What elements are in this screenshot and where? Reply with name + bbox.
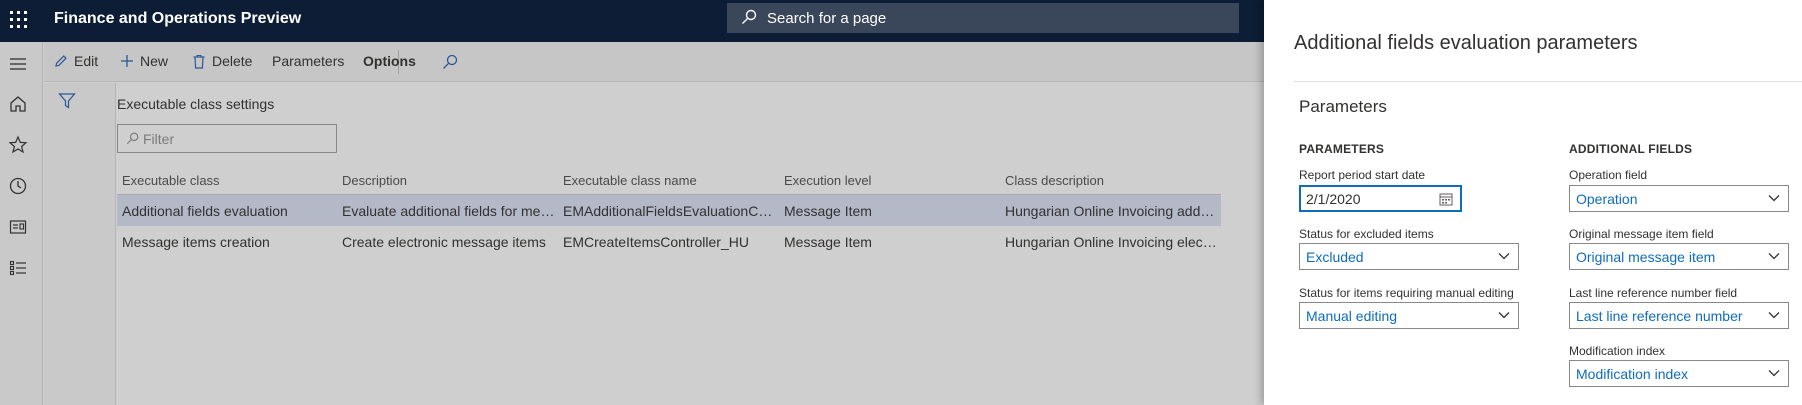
chevron-down-icon	[1768, 253, 1780, 260]
report-period-label: Report period start date	[1299, 168, 1426, 182]
operation-field-value: Operation	[1576, 191, 1638, 207]
modification-index-value: Modification index	[1576, 366, 1689, 382]
table-row[interactable]: Message items creation Create electronic…	[117, 226, 1221, 257]
cell-class-description: Hungarian Online Invoicing additional fi…	[1005, 203, 1217, 219]
plus-icon	[121, 55, 133, 67]
column-header-class-description[interactable]: Class description	[1005, 173, 1217, 188]
options-tab[interactable]: Options	[363, 53, 416, 69]
chevron-down-icon	[1768, 370, 1780, 377]
calendar-icon[interactable]	[1439, 192, 1453, 206]
modification-index-label: Modification index	[1569, 344, 1666, 358]
parameters-flyout-panel: Additional fields evaluation parameters …	[1264, 0, 1802, 405]
additional-fields-group-heading: ADDITIONAL FIELDS	[1569, 142, 1693, 156]
last-line-field-label: Last line reference number field	[1569, 286, 1738, 300]
edit-button[interactable]: Edit	[54, 53, 98, 69]
navigation-rail	[0, 42, 43, 405]
last-line-field-value: Last line reference number	[1576, 308, 1743, 324]
search-icon	[443, 54, 458, 69]
filter-funnel-icon[interactable]	[58, 92, 76, 110]
parameters-group-heading: PARAMETERS	[1299, 142, 1385, 156]
favorites-star-icon[interactable]	[8, 135, 28, 155]
executable-class-grid: Executable class Description Executable …	[117, 165, 1221, 257]
cell-executable-class: Additional fields evaluation	[122, 203, 288, 219]
cell-executable-class: Message items creation	[122, 234, 270, 250]
section-title: Executable class settings	[117, 96, 275, 112]
panel-subtitle: Parameters	[1299, 97, 1387, 116]
column-header-executable-class[interactable]: Executable class	[122, 173, 337, 188]
original-item-field-label: Original message item field	[1569, 227, 1714, 241]
panel-divider	[1294, 81, 1802, 82]
trash-icon	[193, 54, 205, 69]
chevron-down-icon	[1498, 312, 1510, 319]
app-title: Finance and Operations Preview	[54, 10, 302, 27]
hamburger-menu-icon[interactable]	[8, 54, 28, 74]
chevron-down-icon	[1768, 312, 1780, 319]
parameters-label: Parameters	[272, 53, 345, 69]
original-item-field-value: Original message item	[1576, 249, 1716, 265]
modification-index-dropdown[interactable]: Modification index	[1569, 360, 1789, 387]
options-label: Options	[363, 53, 416, 69]
report-period-date-field[interactable]: 2/1/2020	[1299, 185, 1462, 212]
search-icon	[742, 9, 757, 24]
edit-label: Edit	[74, 53, 99, 69]
excluded-status-label: Status for excluded items	[1299, 227, 1434, 241]
cell-class-name: EMCreateItemsController_HU	[563, 234, 749, 250]
pencil-icon	[55, 55, 67, 67]
parameters-button[interactable]: Parameters	[272, 53, 344, 69]
column-header-class-name[interactable]: Executable class name	[563, 173, 778, 188]
grid-header: Executable class Description Executable …	[117, 165, 1221, 195]
column-header-execution-level[interactable]: Execution level	[784, 173, 999, 188]
operation-field-dropdown[interactable]: Operation	[1569, 185, 1789, 212]
home-icon[interactable]	[8, 94, 28, 114]
report-period-value: 2/1/2020	[1306, 191, 1361, 207]
workspaces-icon[interactable]	[8, 217, 28, 237]
last-line-field-dropdown[interactable]: Last line reference number	[1569, 302, 1789, 329]
operation-field-label: Operation field	[1569, 168, 1648, 182]
panel-title: Additional fields evaluation parameters	[1294, 32, 1638, 54]
table-row[interactable]: Additional fields evaluation Evaluate ad…	[117, 195, 1221, 226]
cell-execution-level: Message Item	[784, 203, 872, 219]
action-search-button[interactable]	[442, 54, 458, 70]
filter-pane-strip	[44, 83, 116, 405]
filter-placeholder: Filter	[143, 131, 175, 147]
cell-description: Evaluate additional fields for message i…	[342, 203, 557, 219]
manual-status-label: Status for items requiring manual editin…	[1299, 286, 1514, 300]
manual-status-value: Manual editing	[1306, 308, 1398, 324]
manual-status-dropdown[interactable]: Manual editing	[1299, 302, 1519, 329]
excluded-status-value: Excluded	[1306, 249, 1364, 265]
page-search-box[interactable]: Search for a page	[727, 3, 1239, 33]
excluded-status-dropdown[interactable]: Excluded	[1299, 243, 1519, 270]
app-launcher-icon[interactable]	[10, 11, 28, 29]
grid-filter-input[interactable]: Filter	[117, 124, 337, 153]
chevron-down-icon	[1768, 195, 1780, 202]
recent-clock-icon[interactable]	[8, 176, 28, 196]
new-label: New	[140, 53, 169, 69]
cell-class-description: Hungarian Online Invoicing electronic me…	[1005, 234, 1217, 250]
chevron-down-icon	[1498, 253, 1510, 260]
original-item-field-dropdown[interactable]: Original message item	[1569, 243, 1789, 270]
delete-button[interactable]: Delete	[192, 53, 252, 69]
cell-execution-level: Message Item	[784, 234, 872, 250]
column-header-description[interactable]: Description	[342, 173, 557, 188]
cell-class-name: EMAdditionalFieldsEvaluationController	[563, 203, 778, 219]
search-icon	[126, 132, 139, 145]
modules-list-icon[interactable]	[8, 258, 28, 278]
search-placeholder: Search for a page	[767, 10, 887, 27]
cell-description: Create electronic message items	[342, 234, 546, 250]
new-button[interactable]: New	[120, 53, 168, 69]
delete-label: Delete	[212, 53, 253, 69]
